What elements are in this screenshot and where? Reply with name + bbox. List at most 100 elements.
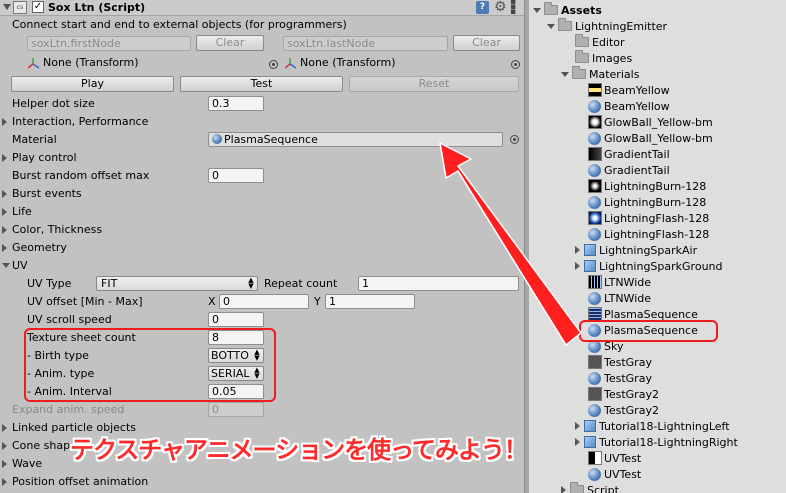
material-sphere-icon [588,292,601,305]
play-control-foldout[interactable]: Play control [12,151,77,164]
collapse-arrow-icon[interactable] [3,4,11,10]
uv-offset-label: UV offset [Min - Max] [27,295,143,308]
geometry-foldout[interactable]: Geometry [12,241,67,254]
asset-item[interactable]: GradientTail [588,147,670,163]
help-icon[interactable]: ? [476,1,489,14]
uv-offset-x-input[interactable]: 0 [219,294,309,309]
asset-item[interactable]: GlowBall_Yellow-bm [588,131,713,147]
material-sphere-icon [588,372,601,385]
asset-item[interactable]: Tutorial18-LightningRight [575,435,738,451]
tree-script[interactable]: Script [561,482,619,493]
asset-item[interactable]: BeamYellow [588,99,670,115]
last-node-field[interactable]: soxLtn.lastNode [283,36,448,51]
test-button[interactable]: Test [180,76,343,92]
component-header[interactable]: cs ✓ Sox Ltn (Script) ? ⚙ ▪ ▪ ▪ [0,0,524,17]
foldout-arrow-icon[interactable] [2,460,7,468]
uv-offset-y-input[interactable]: 1 [325,294,415,309]
position-offset-foldout[interactable]: Position offset animation [12,475,148,488]
asset-item[interactable]: TestGray2 [588,387,659,403]
asset-item[interactable]: Tutorial18-LightningLeft [575,419,730,435]
asset-item[interactable]: GradientTail [588,163,670,179]
expand-arrow-icon[interactable] [533,8,541,13]
foldout-arrow-icon[interactable] [2,208,7,216]
material-sphere-icon [588,404,601,417]
expand-arrow-icon[interactable] [561,72,569,77]
first-transform-field[interactable]: None (Transform) [40,56,264,71]
foldout-arrow-icon[interactable] [2,442,7,450]
life-foldout[interactable]: Life [12,205,32,218]
first-node-field[interactable]: soxLtn.firstNode [27,36,191,51]
material-sphere-icon [212,134,222,144]
uv-scroll-input[interactable]: 0 [208,312,264,327]
cone-shape-foldout[interactable]: Cone shap [12,439,70,452]
color-thickness-foldout[interactable]: Color, Thickness [12,223,102,236]
component-enabled-checkbox[interactable]: ✓ [32,1,44,13]
asset-item[interactable]: UVTest [588,451,641,467]
asset-item[interactable]: TestGray2 [588,403,659,419]
uv-foldout[interactable]: UV [12,259,28,272]
asset-label: BeamYellow [604,84,670,97]
folder-icon [575,34,589,47]
clear-first-button[interactable]: Clear [196,35,264,51]
material-sphere-icon [588,468,601,481]
expand-arrow-icon[interactable] [575,422,580,430]
wave-foldout[interactable]: Wave [12,457,42,470]
object-picker-icon[interactable] [269,60,278,69]
asset-item[interactable]: LightningFlash-128 [588,227,709,243]
material-sphere-icon [588,164,601,177]
expand-anim-speed-input[interactable]: 0 [208,402,264,417]
tree-editor[interactable]: Editor [575,34,625,51]
tree-images[interactable]: Images [575,50,632,67]
foldout-arrow-icon[interactable] [2,226,7,234]
asset-item[interactable]: TestGray [588,371,652,387]
texture-ltnwide-icon [588,275,602,289]
object-picker-icon[interactable] [511,60,520,69]
foldout-arrow-icon[interactable] [2,118,7,126]
reset-button[interactable]: Reset [349,76,519,92]
asset-item[interactable]: LTNWide [588,291,651,307]
expand-arrow-icon[interactable] [547,24,555,29]
asset-item[interactable]: UVTest [588,467,641,483]
tree-materials[interactable]: Materials [561,66,639,83]
expand-arrow-icon[interactable] [575,262,580,270]
asset-item[interactable]: LightningFlash-128 [588,211,709,227]
tree-assets[interactable]: Assets [533,2,602,19]
asset-item[interactable]: LightningSparkAir [575,243,697,259]
foldout-arrow-icon[interactable] [2,244,7,252]
helper-dot-size-label: Helper dot size [12,97,95,110]
burst-offset-input[interactable]: 0 [208,168,264,183]
last-transform-field[interactable]: None (Transform) [297,56,507,71]
context-menu-icon[interactable]: ▪ ▪ ▪ [510,0,522,17]
expand-arrow-icon[interactable] [575,438,580,446]
foldout-arrow-icon[interactable] [2,424,7,432]
play-button[interactable]: Play [11,76,174,92]
foldout-arrow-icon[interactable] [2,190,7,198]
asset-item[interactable]: LTNWide [588,275,651,291]
assets-label: Assets [561,4,602,17]
clear-last-button[interactable]: Clear [453,35,520,51]
material-sphere-icon [588,132,601,145]
asset-label: LightningSparkGround [599,260,723,273]
material-field[interactable]: PlasmaSequence [208,132,503,147]
asset-item[interactable]: BeamYellow [588,83,670,99]
foldout-arrow-icon[interactable] [2,478,7,486]
tree-lightning-emitter[interactable]: LightningEmitter [547,18,667,35]
burst-events-foldout[interactable]: Burst events [12,187,82,200]
asset-item[interactable]: LightningBurn-128 [588,179,706,195]
burst-offset-label: Burst random offset max [12,169,150,182]
asset-item[interactable]: TestGray [588,355,652,371]
repeat-count-input[interactable]: 1 [358,276,519,291]
interaction-foldout[interactable]: Interaction, Performance [12,115,148,128]
expand-arrow-icon[interactable] [561,486,566,493]
helper-dot-size-input[interactable]: 0.3 [208,96,264,111]
asset-item[interactable]: LightningBurn-128 [588,195,706,211]
expand-arrow-icon[interactable] [575,246,580,254]
asset-item[interactable]: LightningSparkGround [575,259,723,275]
material-sphere-icon [588,196,601,209]
foldout-arrow-icon[interactable] [2,154,7,162]
uv-type-dropdown[interactable]: FIT ▲ ▼ [96,276,258,291]
asset-item[interactable]: GlowBall_Yellow-bm [588,115,713,131]
gear-icon[interactable]: ⚙ [494,0,507,15]
object-picker-icon[interactable] [510,135,519,144]
foldout-open-arrow-icon[interactable] [2,263,10,268]
